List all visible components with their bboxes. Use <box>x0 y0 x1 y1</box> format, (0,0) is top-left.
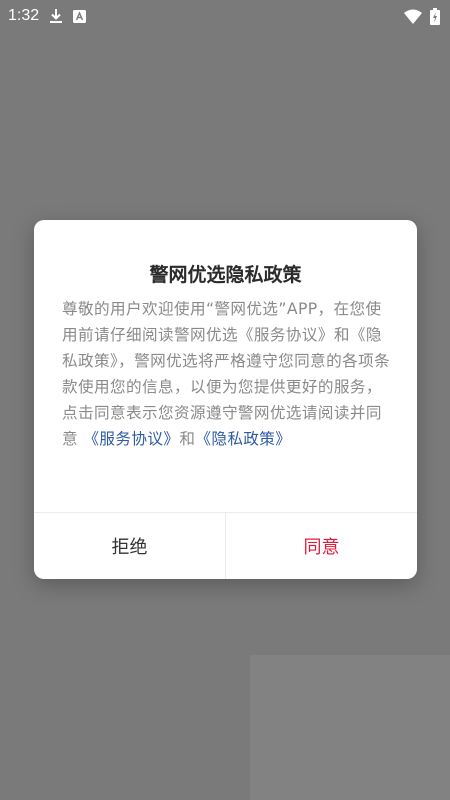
body-text: 尊敬的用户欢迎使用“警网优选”APP，在您使用前请仔细阅读警网优选《服务协议》和… <box>62 300 391 448</box>
battery-charging-icon <box>430 7 440 25</box>
wifi-icon <box>404 9 422 24</box>
dialog-body-text: 尊敬的用户欢迎使用“警网优选”APP，在您使用前请仔细阅读警网优选《服务协议》和… <box>62 296 394 452</box>
app-notification-icon <box>73 9 87 23</box>
download-icon <box>49 8 63 24</box>
status-bar: 1:32 <box>0 0 450 32</box>
privacy-policy-dialog: 警网优选隐私政策 尊敬的用户欢迎使用“警网优选”APP，在您使用前请仔细阅读警网… <box>34 220 417 579</box>
dialog-title: 警网优选隐私政策 <box>149 264 302 286</box>
reject-button[interactable]: 拒绝 <box>34 513 225 579</box>
agree-button[interactable]: 同意 <box>226 513 417 579</box>
connector-text: 和 <box>179 430 196 448</box>
background-area <box>250 655 450 800</box>
service-agreement-link[interactable]: 《服务协议》 <box>83 430 179 448</box>
status-time: 1:32 <box>8 7 40 24</box>
privacy-policy-link[interactable]: 《隐私政策》 <box>195 430 291 448</box>
